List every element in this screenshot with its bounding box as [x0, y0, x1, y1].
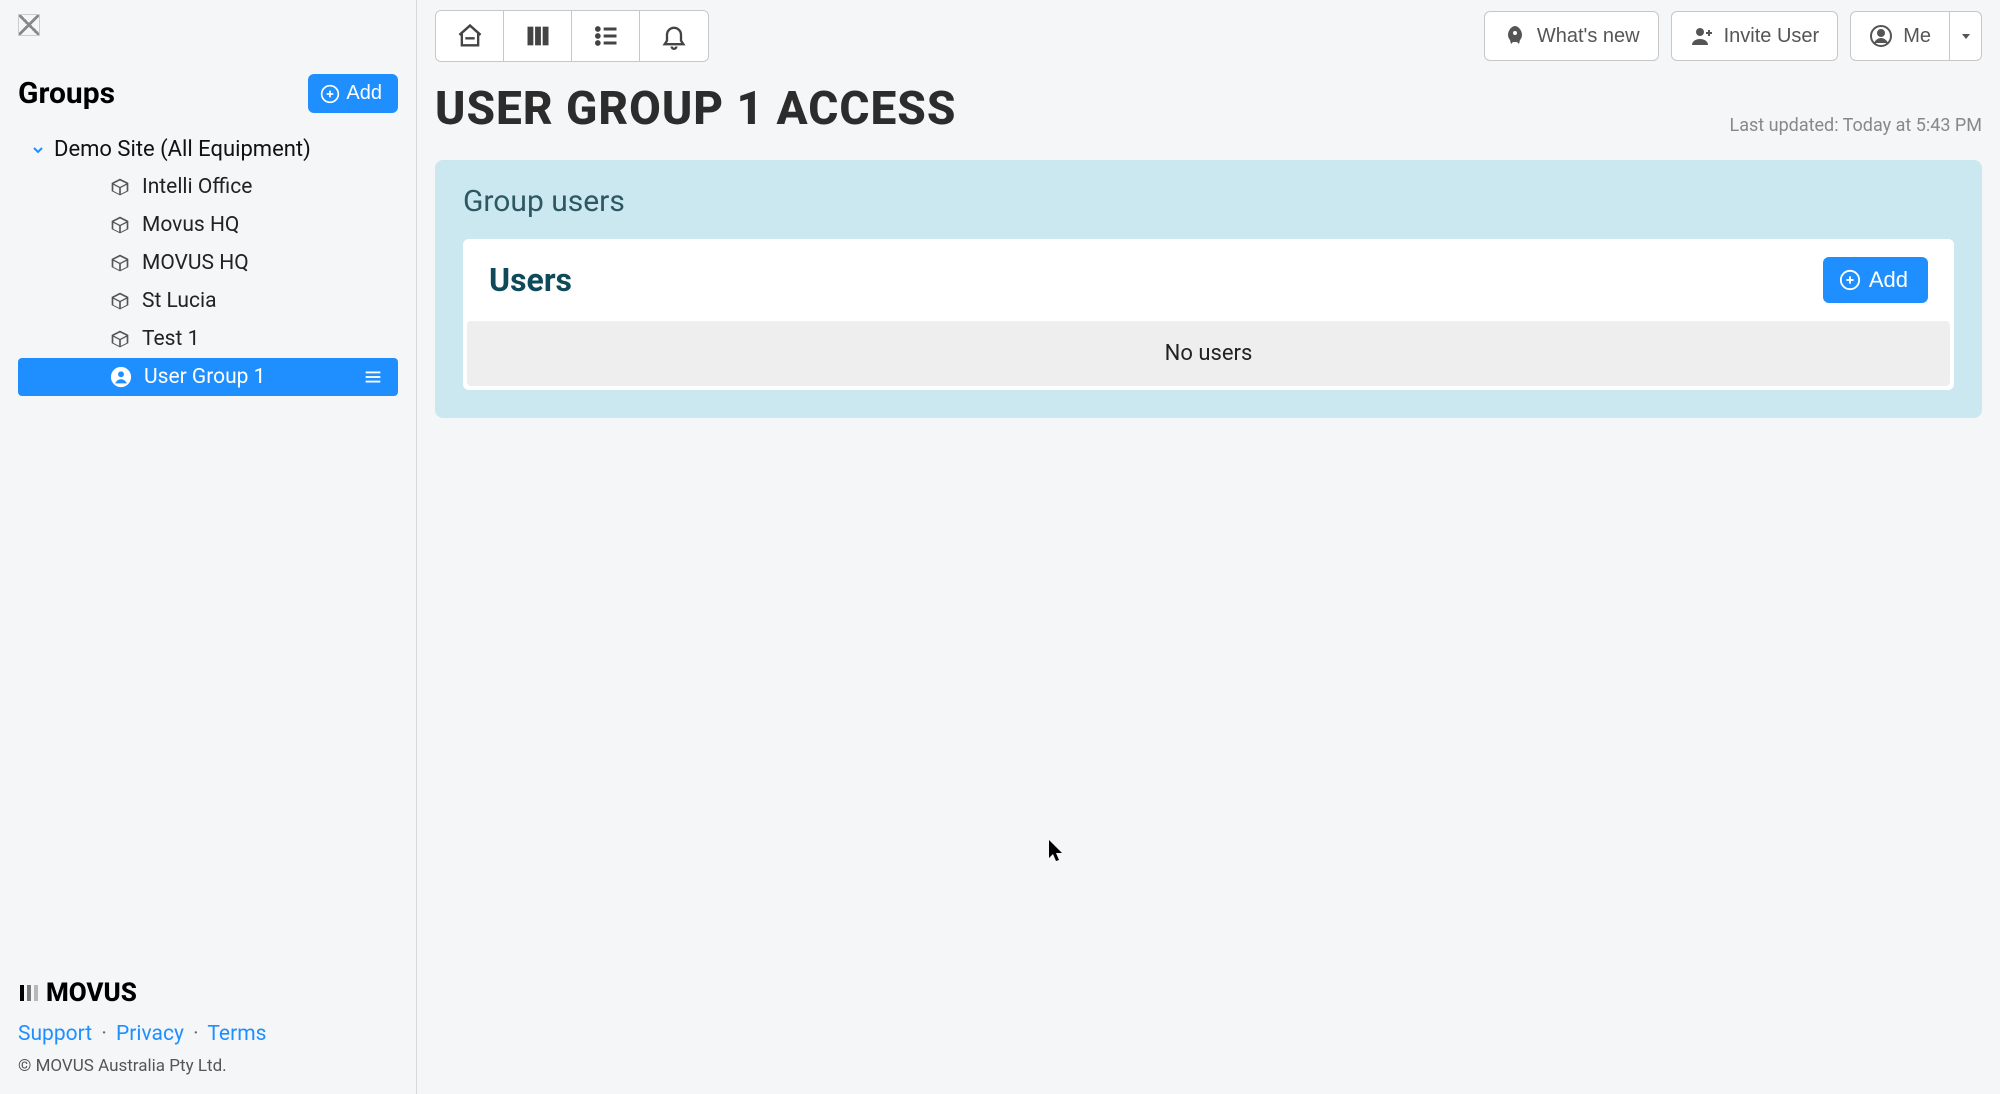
tree-item-label: Test 1 — [142, 327, 199, 351]
brand-name: MOVUS — [46, 978, 137, 1008]
cube-icon — [110, 215, 130, 235]
cube-icon — [110, 177, 130, 197]
panel-title: Group users — [463, 184, 1954, 219]
tree-item-user-group-1[interactable]: User Group 1 — [18, 358, 398, 396]
tree-root-label: Demo Site (All Equipment) — [54, 137, 311, 162]
caret-down-icon — [1960, 30, 1972, 42]
tree-item-test-1[interactable]: Test 1 — [18, 320, 398, 358]
user-add-icon — [1690, 24, 1714, 48]
tree-item-label: Intelli Office — [142, 175, 252, 199]
tree-item-label: Movus HQ — [142, 213, 239, 237]
add-user-label: Add — [1869, 267, 1908, 293]
menu-icon — [362, 366, 384, 388]
brand-icon — [18, 981, 42, 1005]
cube-icon — [110, 291, 130, 311]
notifications-button[interactable] — [640, 11, 708, 61]
users-card-title: Users — [489, 261, 572, 299]
sidebar-header: Groups Add — [0, 54, 416, 123]
plus-circle-icon — [1839, 269, 1861, 291]
add-group-button[interactable]: Add — [308, 74, 398, 113]
privacy-link[interactable]: Privacy — [116, 1022, 184, 1046]
sidebar-title: Groups — [18, 76, 115, 111]
broken-image-icon — [18, 14, 40, 36]
home-button[interactable] — [436, 11, 504, 61]
main-content: What's new Invite User Me USER GROUP 1 A… — [417, 0, 2000, 1094]
columns-icon — [524, 22, 552, 50]
tree-item-intelli-office[interactable]: Intelli Office — [18, 168, 398, 206]
cube-icon — [110, 329, 130, 349]
columns-button[interactable] — [504, 11, 572, 61]
me-button[interactable]: Me — [1850, 11, 1950, 61]
group-tree: Demo Site (All Equipment) Intelli Office… — [0, 123, 416, 396]
tree-root-item[interactable]: Demo Site (All Equipment) — [0, 131, 416, 168]
topbar: What's new Invite User Me — [435, 10, 1982, 62]
tree-item-label: User Group 1 — [144, 365, 266, 389]
last-updated: Last updated: Today at 5:43 PM — [1730, 115, 1982, 136]
home-icon — [456, 22, 484, 50]
sidebar: Groups Add Demo Site (All Equipment) Int… — [0, 0, 417, 1094]
me-button-group: Me — [1850, 11, 1982, 61]
tree-item-label: MOVUS HQ — [142, 251, 249, 275]
rocket-icon — [1503, 24, 1527, 48]
separator: · — [101, 1022, 107, 1046]
item-menu-button[interactable] — [362, 366, 384, 388]
users-card: Users Add No users — [463, 239, 1954, 390]
tree-item-label: St Lucia — [142, 289, 217, 313]
chevron-down-icon — [30, 142, 46, 158]
add-user-button[interactable]: Add — [1823, 257, 1928, 303]
cube-icon — [110, 253, 130, 273]
separator: · — [193, 1022, 199, 1046]
topbar-right: What's new Invite User Me — [1484, 11, 1982, 61]
user-circle-icon — [1869, 24, 1893, 48]
users-card-header: Users Add — [463, 239, 1954, 321]
nav-icon-group — [435, 10, 709, 62]
list-icon — [592, 22, 620, 50]
whats-new-label: What's new — [1537, 25, 1640, 48]
tree-item-st-lucia[interactable]: St Lucia — [18, 282, 398, 320]
sidebar-footer: MOVUS Support · Privacy · Terms © MOVUS … — [18, 978, 398, 1076]
plus-circle-icon — [320, 84, 340, 104]
footer-links: Support · Privacy · Terms — [18, 1022, 398, 1046]
copyright: © MOVUS Australia Pty Ltd. — [18, 1056, 398, 1076]
page-title: USER GROUP 1 ACCESS — [435, 82, 956, 136]
tree-item-movus-hq-2[interactable]: MOVUS HQ — [18, 244, 398, 282]
tree-item-movus-hq[interactable]: Movus HQ — [18, 206, 398, 244]
group-users-panel: Group users Users Add No users — [435, 160, 1982, 418]
support-link[interactable]: Support — [18, 1022, 92, 1046]
bell-icon — [660, 22, 688, 50]
user-circle-icon — [110, 366, 132, 388]
sidebar-logo-area — [0, 0, 416, 54]
invite-user-button[interactable]: Invite User — [1671, 11, 1839, 61]
me-dropdown-button[interactable] — [1950, 11, 1982, 61]
add-button-label: Add — [346, 82, 382, 105]
whats-new-button[interactable]: What's new — [1484, 11, 1659, 61]
terms-link[interactable]: Terms — [207, 1022, 266, 1046]
brand-logo: MOVUS — [18, 978, 398, 1008]
users-empty-message: No users — [467, 321, 1950, 386]
list-button[interactable] — [572, 11, 640, 61]
invite-user-label: Invite User — [1724, 25, 1820, 48]
page-header: USER GROUP 1 ACCESS Last updated: Today … — [435, 82, 1982, 136]
me-label: Me — [1903, 25, 1931, 48]
